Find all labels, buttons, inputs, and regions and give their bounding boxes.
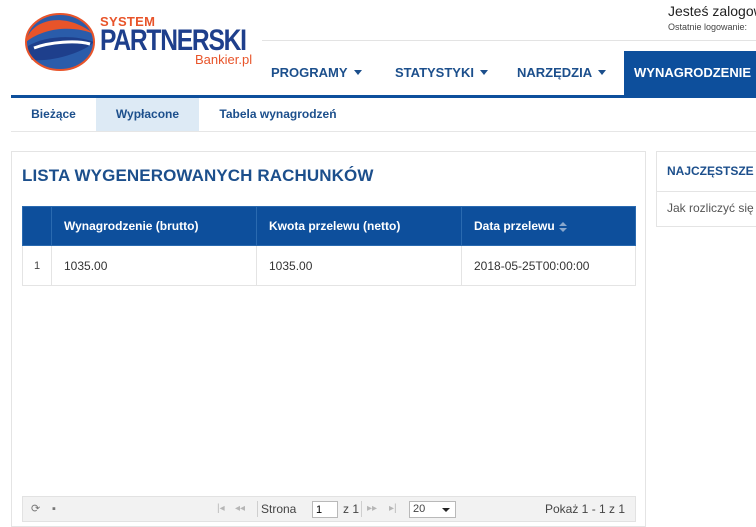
refresh-icon[interactable]: ⟳ <box>31 497 40 521</box>
globe-logo-icon <box>25 13 95 71</box>
column-header-label: Data przelewu <box>474 219 555 233</box>
nav-item-label: NARZĘDZIA <box>517 65 593 80</box>
column-header-gross[interactable]: Wynagrodzenie (brutto) <box>51 206 257 246</box>
nav-item-programy[interactable]: PROGRAMY <box>271 51 362 95</box>
logo-text-bankier: Bankier.pl <box>195 52 253 67</box>
nav-item-label: STATYSTYKI <box>395 65 474 80</box>
first-page-icon[interactable]: |◂ <box>217 497 225 521</box>
cell-net: 1035.00 <box>256 245 462 286</box>
dropdown-caret-icon <box>479 70 488 75</box>
column-header-date[interactable]: Data przelewu <box>461 206 636 246</box>
invoices-table: Wynagrodzenie (brutto) Kwota przelewu (n… <box>22 206 636 286</box>
last-page-icon[interactable]: ▸| <box>389 497 397 521</box>
column-header-label: Wynagrodzenie (brutto) <box>64 219 199 233</box>
last-login-text: Ostatnie logowanie: <box>668 22 748 32</box>
faq-title: NAJCZĘSTSZE PYTANIA <box>667 164 756 178</box>
dropdown-caret-icon <box>598 70 607 75</box>
logo[interactable]: SYSTEM PARTNERSKI Bankier.pl <box>24 8 252 72</box>
tab-label: Wypłacone <box>115 107 180 121</box>
next-page-icon[interactable]: ▸▸ <box>367 497 377 521</box>
tab-label: Tabela wynagrodzeń <box>219 107 337 121</box>
faq-panel: NAJCZĘSTSZE PYTANIA Jak rozliczyć się z … <box>656 151 756 227</box>
nav-item-narzedzia[interactable]: NARZĘDZIA <box>517 51 607 95</box>
pager: ⟳ ▪ |◂ ◂◂ Strona z 1 ▸▸ ▸| 20 Pokaż 1 - … <box>22 496 636 522</box>
prev-page-icon[interactable]: ◂◂ <box>235 497 245 521</box>
rows-per-page-select[interactable]: 20 <box>409 501 456 518</box>
user-info: Jesteś zalogowany Ostatnie logowanie: <box>668 3 756 32</box>
sort-icon[interactable] <box>558 221 567 232</box>
faq-divider <box>657 191 756 192</box>
records-summary: Pokaż 1 - 1 z 1 <box>545 502 626 516</box>
invoices-panel: LISTA WYGENEROWANYCH RACHUNKÓW Wynagrodz… <box>11 151 646 527</box>
header-divider <box>262 40 756 41</box>
sub-nav: Bieżące Wypłacone Tabela wynagrodzeń <box>11 98 756 132</box>
table-header-row: Wynagrodzenie (brutto) Kwota przelewu (n… <box>22 206 636 246</box>
page-number-input[interactable] <box>312 501 338 518</box>
row-number: 1 <box>22 245 52 286</box>
pager-divider <box>361 501 362 517</box>
nav-item-wynagrodzenie[interactable]: WYNAGRODZENIE <box>624 51 756 95</box>
nav-item-label: PROGRAMY <box>271 65 348 80</box>
save-icon[interactable]: ▪ <box>52 497 56 521</box>
tab-tabela-wynagrodzen[interactable]: Tabela wynagrodzeń <box>199 98 357 131</box>
nav-item-statystyki[interactable]: STATYSTYKI <box>395 51 488 95</box>
cell-date: 2018-05-25T00:00:00 <box>461 245 636 286</box>
rows-per-page-value: 20 <box>413 503 426 515</box>
logged-in-text: Jesteś zalogowany <box>668 3 756 19</box>
panel-title: LISTA WYGENEROWANYCH RACHUNKÓW <box>22 166 374 185</box>
pager-divider <box>257 501 258 517</box>
tab-biezace[interactable]: Bieżące <box>11 98 96 131</box>
tab-label: Bieżące <box>31 107 76 121</box>
row-number-header <box>22 206 52 246</box>
column-header-label: Kwota przelewu (netto) <box>269 219 401 233</box>
nav-item-label: WYNAGRODZENIE <box>634 65 751 80</box>
cell-gross: 1035.00 <box>51 245 257 286</box>
page-label: Strona <box>261 502 297 516</box>
tab-wyplacone[interactable]: Wypłacone <box>96 98 199 131</box>
column-header-net[interactable]: Kwota przelewu (netto) <box>256 206 462 246</box>
table-row[interactable]: 1 1035.00 1035.00 2018-05-25T00:00:00 <box>22 245 636 286</box>
dropdown-caret-icon <box>353 70 362 75</box>
chevron-down-icon <box>442 508 450 512</box>
page-count-label: z 1 <box>343 502 360 516</box>
faq-item[interactable]: Jak rozliczyć się z Bankier.pl? <box>667 201 756 215</box>
